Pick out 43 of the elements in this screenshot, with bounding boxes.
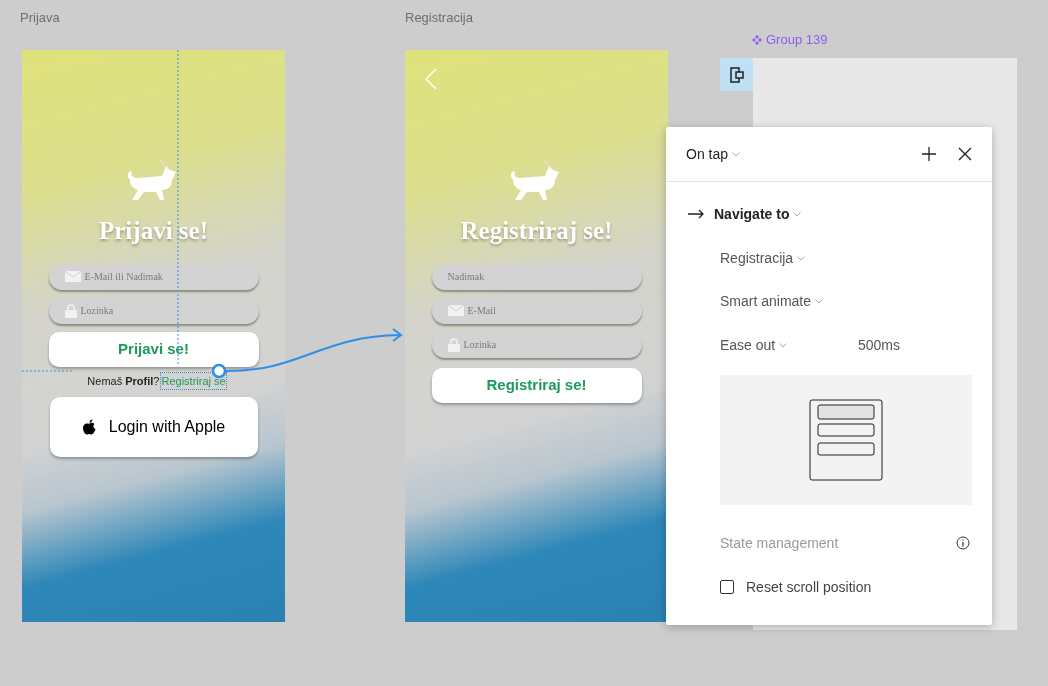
apple-icon <box>81 418 97 436</box>
padlock-icon <box>64 303 77 318</box>
easing-dropdown[interactable]: Ease out <box>720 334 858 356</box>
signup-link[interactable]: Registriraj se <box>161 372 226 389</box>
caret-icon <box>815 298 824 304</box>
frame-label: Registracija <box>405 9 473 27</box>
arrow-icon <box>688 209 704 219</box>
input-field[interactable]: Lozinka <box>431 331 642 358</box>
group-label: Group 139 <box>766 31 828 49</box>
animation-dropdown[interactable]: Smart animate <box>720 291 824 311</box>
checkbox[interactable] <box>720 580 734 594</box>
section-label: State management <box>720 533 840 553</box>
caret-icon <box>779 342 788 348</box>
action-dropdown[interactable]: Navigate to <box>714 203 802 225</box>
register-button[interactable]: Registriraj se! <box>431 367 642 403</box>
caret-icon <box>793 211 802 217</box>
screen-title: Registriraj se! <box>460 216 613 246</box>
caret-icon <box>732 151 741 157</box>
caret-icon <box>797 255 806 261</box>
destination-dropdown[interactable]: Registracija <box>720 248 806 268</box>
guide-line <box>21 370 73 372</box>
add-icon[interactable] <box>922 147 936 161</box>
envelope-icon <box>64 271 81 282</box>
input-field[interactable]: Lozinka <box>48 297 259 324</box>
component-icon <box>752 34 762 45</box>
duration-value[interactable]: 500ms <box>858 334 901 356</box>
input-field[interactable]: E-Mail ili Nadimak <box>48 263 259 290</box>
apple-login-button[interactable]: Login with Apple <box>49 397 258 457</box>
frame-icon-button[interactable] <box>720 58 753 91</box>
padlock-icon <box>447 337 460 352</box>
trigger-dropdown[interactable]: On tap <box>686 143 741 165</box>
frame-label: Prijava <box>20 9 60 27</box>
screen-preview-icon <box>809 399 883 481</box>
envelope-icon <box>447 305 464 316</box>
signup-prompt: Nemaš Profil? <box>87 373 160 389</box>
info-icon[interactable] <box>956 536 970 550</box>
input-field[interactable]: Nadimak <box>431 263 642 290</box>
login-button[interactable]: Prijavi se! <box>48 331 259 367</box>
close-icon[interactable] <box>958 147 972 161</box>
screen-title: Prijavi se! <box>99 216 208 246</box>
input-field[interactable]: E-Mail <box>431 297 642 324</box>
device-icon <box>729 66 744 83</box>
checkbox-label: Reset scroll position <box>746 577 872 597</box>
